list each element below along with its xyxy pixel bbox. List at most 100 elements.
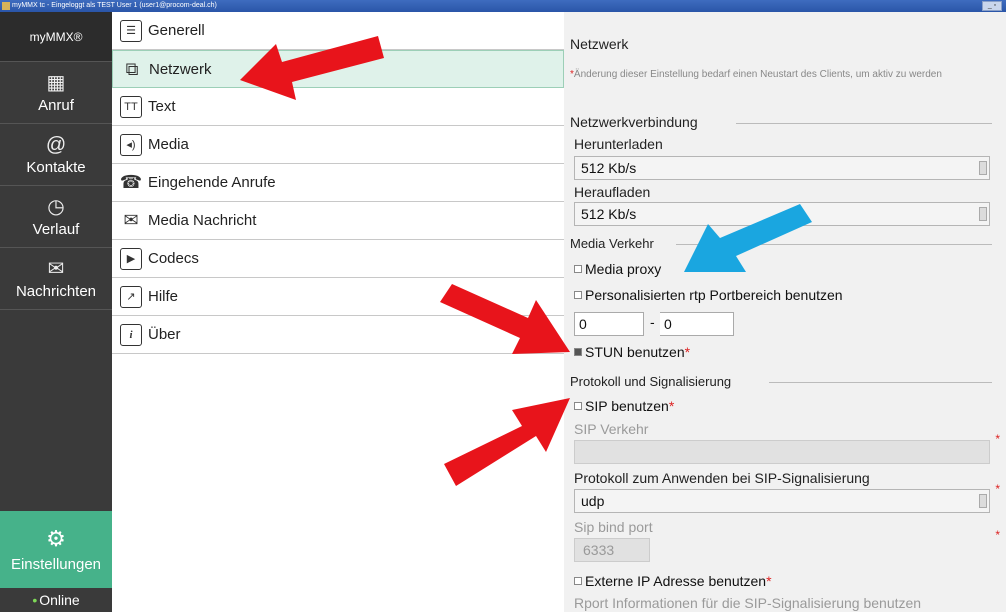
rail-item-verlauf[interactable]: ◷ Verlauf	[0, 186, 112, 248]
window-controls[interactable]: _ ▫	[982, 1, 1002, 11]
checkbox-box-checked[interactable]	[574, 348, 582, 356]
app-logo: myMMX®	[0, 12, 112, 62]
menu-item-media[interactable]: ◂) Media	[112, 126, 564, 164]
network-icon: ⧉	[125, 58, 139, 79]
menu-item-label: Eingehende Anrufe	[148, 174, 276, 191]
menu-item-label: Text	[148, 98, 176, 115]
sip-bind-port-label: Sip bind port	[574, 519, 653, 535]
speaker-icon: ◂)	[120, 133, 142, 156]
download-label: Herunterladen	[574, 136, 663, 152]
rail-item-label: Nachrichten	[15, 283, 97, 300]
required-star: *	[995, 482, 1000, 496]
rtp-range-label: Personalisierten rtp Portbereich benutze…	[585, 287, 843, 303]
required-star: *	[995, 528, 1000, 542]
upload-value: 512 Kb/s	[581, 206, 637, 222]
media-proxy-label: Media proxy	[585, 261, 662, 277]
rail-item-label: Anruf	[38, 97, 74, 114]
menu-item-label: Netzwerk	[149, 60, 212, 78]
rport-label: Rport Informationen für die SIP-Signalis…	[574, 595, 922, 611]
incoming-call-icon: ☎	[119, 172, 143, 192]
menu-item-eingehende-anrufe[interactable]: ☎ Eingehende Anrufe	[112, 164, 564, 202]
upload-select[interactable]: 512 Kb/s	[574, 202, 990, 226]
menu-item-label: Media Nachricht	[148, 212, 257, 229]
menu-item-codecs[interactable]: ▶ Codecs	[112, 240, 564, 278]
menu-item-generell[interactable]: ☰ Generell	[112, 12, 564, 50]
menu-item-text[interactable]: TT Text	[112, 88, 564, 126]
required-star: *	[668, 398, 675, 414]
required-star: *	[995, 432, 1000, 446]
menu-item-media-nachricht[interactable]: ✉ Media Nachricht	[112, 202, 564, 240]
list-icon: ☰	[120, 19, 142, 42]
panel-title: Netzwerk	[570, 36, 629, 52]
stun-checkbox[interactable]: STUN benutzen *	[574, 344, 690, 360]
restart-note: *Änderung dieser Einstellung bedarf eine…	[570, 68, 990, 81]
menu-item-label: Codecs	[148, 250, 199, 267]
window-titlebar: myMMX tc - Eingeloggt als TEST User 1 (u…	[0, 0, 1006, 12]
download-value: 512 Kb/s	[581, 160, 637, 176]
section-title: Netzwerkverbindung	[570, 114, 698, 130]
required-star: *	[766, 573, 772, 589]
rtp-port-from-input[interactable]: 0	[574, 312, 644, 336]
sip-traffic-input[interactable]	[574, 440, 990, 464]
rtp-range-checkbox[interactable]: Personalisierten rtp Portbereich benutze…	[574, 287, 843, 303]
sip-label: SIP benutzen	[585, 398, 669, 414]
menu-item-hilfe[interactable]: ↗ Hilfe	[112, 278, 564, 316]
checkbox-box[interactable]	[574, 291, 582, 299]
sip-protocol-label: Protokoll zum Anwenden bei SIP-Signalisi…	[574, 470, 870, 486]
rtp-port-to-input[interactable]: 0	[660, 312, 734, 336]
section-rule	[736, 123, 992, 124]
media-message-icon: ✉	[123, 210, 139, 230]
help-icon: ↗	[120, 285, 142, 308]
message-icon: ✉	[47, 258, 65, 280]
menu-item-label: Hilfe	[148, 288, 179, 305]
external-ip-checkbox[interactable]: Externe IP Adresse benutzen *	[574, 573, 772, 589]
sip-protocol-select[interactable]: udp	[574, 489, 990, 513]
clapper-icon: ▶	[120, 247, 142, 270]
download-select[interactable]: 512 Kb/s	[574, 156, 990, 180]
window-title: myMMX tc - Eingeloggt als TEST User 1 (u…	[12, 2, 217, 9]
sip-traffic-label: SIP Verkehr	[574, 421, 649, 437]
status-text: Online	[39, 592, 80, 608]
restart-note-text: Änderung dieser Einstellung bedarf einen…	[573, 69, 942, 80]
section-rule	[676, 244, 992, 245]
required-star: *	[684, 344, 691, 360]
checkbox-box[interactable]	[574, 265, 582, 273]
sip-bind-port-input[interactable]: 6333	[574, 538, 650, 562]
info-icon: i	[120, 323, 142, 346]
checkbox-box[interactable]	[574, 577, 582, 585]
section-title: Protokoll und Signalisierung	[570, 374, 732, 389]
section-title: Media Verkehr	[570, 236, 654, 251]
menu-item-label: Über	[148, 326, 181, 343]
menu-item-ueber[interactable]: i Über	[112, 316, 564, 354]
network-settings-panel: Netzwerk *Änderung dieser Einstellung be…	[564, 12, 1006, 612]
section-netzwerkverbindung: Netzwerkverbindung	[570, 114, 698, 130]
menu-item-netzwerk[interactable]: ⧉ Netzwerk	[112, 50, 564, 88]
checkbox-box[interactable]	[574, 402, 582, 410]
online-status: • Online	[0, 588, 112, 612]
rail-item-kontakte[interactable]: @ Kontakte	[0, 124, 112, 186]
gear-icon: ⚙	[46, 526, 66, 551]
section-protokoll: Protokoll und Signalisierung	[570, 374, 731, 389]
clock-icon: ◷	[47, 196, 65, 218]
status-dot: •	[32, 592, 38, 608]
rail-item-einstellungen[interactable]: ⚙ Einstellungen	[0, 511, 112, 588]
dialpad-icon: ▦	[46, 72, 66, 94]
external-ip-label: Externe IP Adresse benutzen	[585, 573, 767, 589]
main-rail: myMMX® ▦ Anruf @ Kontakte ◷ Verlauf ✉ Na…	[0, 12, 112, 612]
menu-item-label: Media	[148, 136, 189, 153]
settings-menu: ☰ Generell ⧉ Netzwerk TT Text ◂) Media ☎…	[112, 12, 564, 612]
chevron-down-icon	[979, 207, 987, 221]
text-icon: TT	[120, 95, 142, 118]
sip-protocol-value: udp	[581, 493, 605, 509]
rail-item-nachrichten[interactable]: ✉ Nachrichten	[0, 248, 112, 310]
media-proxy-checkbox[interactable]: Media proxy	[574, 261, 661, 277]
chevron-down-icon	[979, 494, 987, 508]
sip-checkbox[interactable]: SIP benutzen *	[574, 398, 674, 414]
rail-item-anruf[interactable]: ▦ Anruf	[0, 62, 112, 124]
chevron-down-icon	[979, 161, 987, 175]
upload-label: Heraufladen	[574, 184, 651, 200]
app-icon	[2, 2, 10, 10]
contacts-icon: @	[45, 134, 67, 156]
section-rule	[769, 382, 992, 383]
rail-item-label: Verlauf	[32, 221, 80, 238]
